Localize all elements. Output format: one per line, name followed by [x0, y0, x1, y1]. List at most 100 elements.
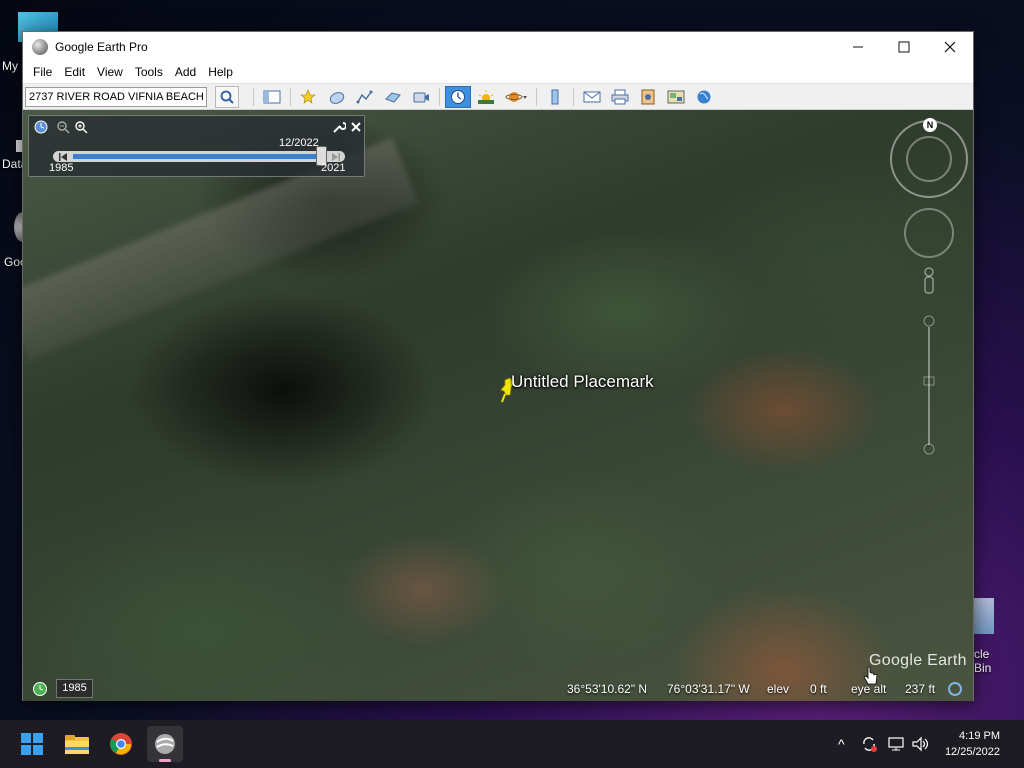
- file-explorer-icon: [65, 735, 89, 754]
- sunlight-icon: [478, 89, 494, 104]
- title-bar[interactable]: Google Earth Pro: [23, 32, 973, 61]
- imagery-year-badge[interactable]: 1985: [56, 679, 93, 698]
- google-earth-icon: [155, 734, 175, 754]
- zoom-out-time-icon[interactable]: [55, 119, 71, 135]
- desktop-icon-data[interactable]: Data: [2, 140, 27, 171]
- email-icon: [583, 91, 601, 102]
- historical-imagery-panel: 12/2022 1985 2021: [28, 115, 365, 177]
- time-slider-fill: [73, 154, 323, 159]
- search-button[interactable]: [215, 85, 239, 108]
- view-in-maps-button[interactable]: [663, 86, 689, 108]
- google-earth-watermark: Google Earth: [869, 652, 967, 669]
- add-placemark-button[interactable]: [296, 86, 322, 108]
- toolbar-separator: [253, 87, 254, 106]
- chrome-icon: [110, 733, 132, 755]
- toolbar: [23, 83, 973, 110]
- desktop-icon-recycle-bin[interactable]: cle Bin: [974, 598, 994, 675]
- menu-add[interactable]: Add: [169, 65, 202, 79]
- streaming-status-icon: [948, 682, 962, 696]
- time-current-date: 12/2022: [279, 137, 319, 149]
- recycle-bin-icon: [974, 598, 994, 634]
- planets-icon: [505, 91, 527, 102]
- menu-file[interactable]: File: [27, 65, 58, 79]
- google-earth-app-icon: [32, 38, 48, 55]
- image-overlay-icon: [385, 91, 401, 103]
- network-icon[interactable]: [888, 736, 906, 752]
- clock-date: 12/25/2022: [944, 746, 1000, 758]
- toolbar-separator: [573, 87, 574, 106]
- north-indicator[interactable]: N: [923, 118, 937, 132]
- earth-map-view[interactable]: 12/2022 1985 2021 N Untitled Placemark G…: [23, 110, 973, 701]
- add-polygon-button[interactable]: [324, 86, 350, 108]
- time-end-year: 2021: [321, 162, 346, 174]
- search-icon: [220, 90, 234, 104]
- add-image-overlay-button[interactable]: [380, 86, 406, 108]
- tray-overflow-chevron[interactable]: ^: [838, 736, 845, 752]
- close-button[interactable]: [927, 32, 973, 61]
- menu-edit[interactable]: Edit: [58, 65, 91, 79]
- search-input[interactable]: [25, 86, 207, 107]
- chrome-button[interactable]: [103, 726, 139, 762]
- latitude-readout: 36°53'10.62" N: [567, 682, 648, 696]
- print-button[interactable]: [607, 86, 633, 108]
- toolbar-separator: [536, 87, 537, 106]
- sunlight-button[interactable]: [473, 86, 499, 108]
- eye-altitude-value: 237 ft: [905, 682, 936, 696]
- menu-help[interactable]: Help: [202, 65, 239, 79]
- zoom-in-time-icon[interactable]: [73, 119, 89, 135]
- system-clock[interactable]: 4:19 PM 12/25/2022: [945, 728, 1000, 760]
- path-icon: [356, 90, 373, 103]
- email-button[interactable]: [579, 86, 605, 108]
- eye-altitude-label: eye alt: [851, 682, 887, 696]
- desktop-icon-label: cle Bin: [974, 647, 992, 675]
- planets-button[interactable]: [501, 86, 531, 108]
- placemark-label[interactable]: Untitled Placemark: [511, 372, 654, 392]
- wrench-icon[interactable]: [331, 119, 347, 135]
- polygon-icon: [329, 91, 345, 104]
- add-path-button[interactable]: [352, 86, 378, 108]
- start-button[interactable]: [14, 726, 50, 762]
- earth-button[interactable]: [691, 86, 717, 108]
- windows-start-icon: [21, 733, 43, 755]
- print-icon: [611, 89, 629, 104]
- skip-forward-icon[interactable]: [331, 152, 341, 162]
- menu-tools[interactable]: Tools: [129, 65, 169, 79]
- sync-icon[interactable]: [861, 736, 877, 752]
- save-image-button[interactable]: [635, 86, 661, 108]
- historical-imagery-icon: [451, 89, 465, 104]
- taskbar: ^ 4:19 PM 12/25/2022: [0, 720, 1024, 768]
- clock-icon[interactable]: [33, 119, 49, 135]
- record-tour-icon: [413, 92, 429, 102]
- zoom-slider[interactable]: [923, 315, 935, 455]
- window-controls: [835, 32, 973, 61]
- toolbar-separator: [439, 87, 440, 106]
- longitude-readout: 76°03'31.17" W: [667, 682, 750, 696]
- time-start-year: 1985: [49, 162, 74, 174]
- menu-bar: File Edit View Tools Add Help: [23, 61, 973, 83]
- record-tour-button[interactable]: [408, 86, 434, 108]
- window-title: Google Earth Pro: [55, 39, 148, 54]
- google-earth-taskbar-button[interactable]: [147, 726, 183, 762]
- maximize-icon: [898, 41, 910, 52]
- historical-imagery-status-icon[interactable]: [32, 681, 48, 697]
- maximize-button[interactable]: [881, 32, 927, 61]
- navigation-compass[interactable]: N: [890, 118, 968, 198]
- placemark-icon: [300, 88, 316, 104]
- historical-imagery-button[interactable]: [445, 85, 471, 108]
- minimize-button[interactable]: [835, 32, 881, 61]
- time-slider[interactable]: [53, 146, 345, 166]
- file-explorer-button[interactable]: [59, 726, 95, 762]
- close-time-panel-icon[interactable]: [348, 119, 364, 135]
- ruler-button[interactable]: [542, 86, 568, 108]
- street-view-pegman-icon[interactable]: [921, 266, 937, 302]
- look-joystick[interactable]: [904, 208, 954, 258]
- volume-icon[interactable]: [912, 736, 930, 752]
- ruler-icon: [551, 89, 559, 104]
- skip-back-icon[interactable]: [58, 152, 68, 162]
- active-app-indicator: [159, 759, 171, 762]
- earth-icon: [697, 90, 711, 103]
- menu-view[interactable]: View: [91, 65, 129, 79]
- compass-inner-ring: [906, 136, 952, 182]
- sidebar-toggle-button[interactable]: [259, 86, 285, 108]
- minimize-icon: [853, 46, 863, 47]
